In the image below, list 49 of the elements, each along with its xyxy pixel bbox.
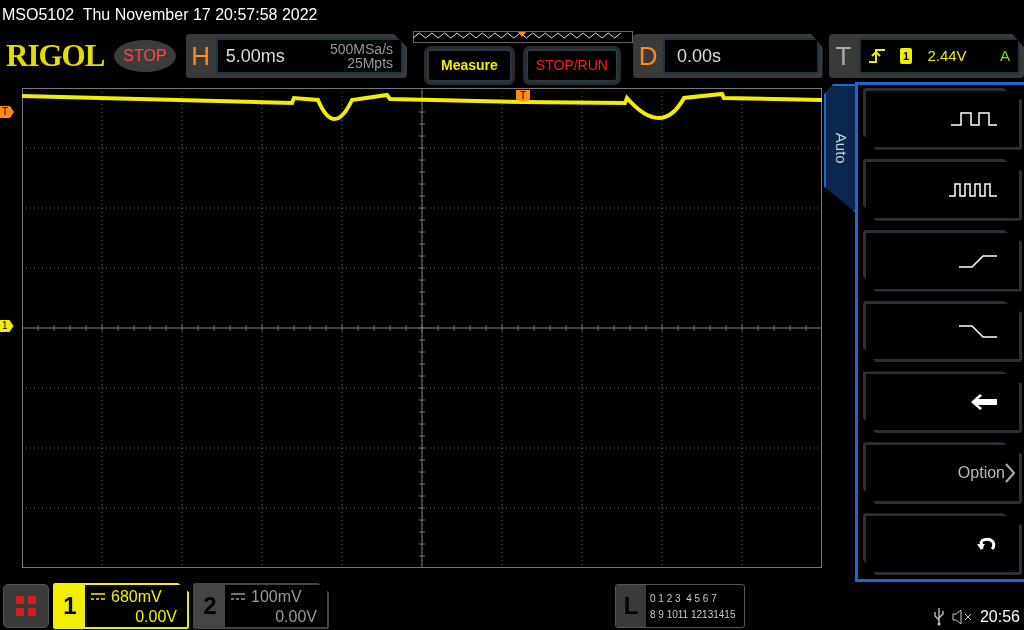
window-title: MSO5102 Thu November 17 20:57:58 2022 bbox=[2, 5, 318, 25]
main-menu-button[interactable] bbox=[3, 584, 49, 628]
trigger-level: 2.44V bbox=[927, 45, 967, 66]
menu-button[interactable] bbox=[863, 158, 1022, 221]
timebase-value: 5.00ms bbox=[225, 44, 285, 68]
memory-depth: 25Mpts bbox=[346, 56, 394, 70]
horizontal-panel[interactable]: H 5.00ms 500MSa/s 25Mpts bbox=[185, 34, 408, 78]
status-time: 20:56 bbox=[979, 607, 1020, 627]
menu-button[interactable]: Option bbox=[863, 442, 1022, 505]
sample-rate: 500MSa/s bbox=[330, 42, 394, 56]
grid-icon bbox=[14, 594, 38, 618]
auto-tab[interactable]: Auto bbox=[824, 84, 855, 212]
speaker-muted-icon bbox=[951, 609, 972, 625]
trigger-position-marker[interactable]: T bbox=[516, 90, 530, 102]
brand-logo: RIGOL bbox=[6, 36, 105, 75]
delay-value: 0.00s bbox=[677, 44, 722, 68]
chevron-right-icon bbox=[1005, 463, 1015, 484]
channel-scale: 100mV bbox=[251, 587, 302, 607]
trigger-panel[interactable]: T 1 2.44V A bbox=[828, 34, 1024, 78]
rising-edge-icon bbox=[868, 49, 885, 63]
delay-label: D bbox=[637, 39, 659, 73]
back-arrow-icon bbox=[971, 394, 997, 411]
trigger-label: T bbox=[834, 39, 853, 73]
logic-channels-row-text: 0 1 2 3 4 5 6 7 bbox=[650, 592, 718, 606]
trigger-mode: A bbox=[1000, 45, 1010, 66]
channel-panel[interactable]: 1 680mV 0.00V bbox=[53, 583, 189, 629]
trigger-channel: 1 bbox=[899, 47, 913, 65]
measure-button[interactable]: Measure bbox=[427, 48, 512, 82]
horizontal-label: H bbox=[190, 39, 212, 73]
stop-run-button[interactable]: STOP/RUN bbox=[525, 48, 618, 82]
logic-label: L bbox=[616, 585, 646, 627]
usb-icon bbox=[933, 608, 944, 626]
pulse-icon bbox=[951, 110, 997, 127]
logic-panel[interactable]: L 0 1 2 3 4 5 6 7 8 9 1011 12131415 bbox=[615, 584, 745, 628]
dc-coupling-icon bbox=[91, 593, 105, 601]
channel-offset: 0.00V bbox=[134, 607, 177, 627]
trigger-level-marker[interactable]: T bbox=[0, 106, 15, 118]
channel-panel[interactable]: 2 100mV 0.00V bbox=[193, 583, 329, 629]
rising-edge-icon bbox=[959, 252, 997, 269]
channel-number: 1 bbox=[55, 585, 85, 627]
dc-coupling-icon bbox=[231, 593, 245, 601]
logic-channels-row-text: 8 9 1011 12131415 bbox=[650, 608, 736, 622]
channel-offset: 0.00V bbox=[274, 607, 317, 627]
channel-number: 2 bbox=[195, 585, 225, 627]
channel-scale: 680mV bbox=[111, 587, 162, 607]
delay-panel[interactable]: D 0.00s bbox=[633, 34, 823, 78]
pulse-train-icon bbox=[949, 181, 997, 198]
channel-marker[interactable]: 1 bbox=[0, 320, 14, 332]
falling-edge-icon bbox=[959, 323, 997, 340]
